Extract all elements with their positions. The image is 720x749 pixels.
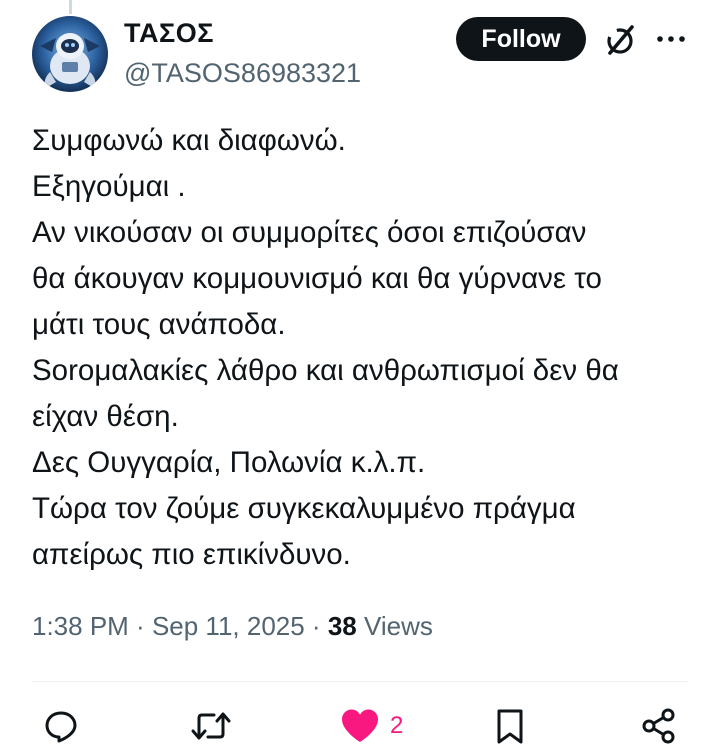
- retweet-icon: [191, 712, 231, 740]
- divider: [32, 681, 688, 682]
- like-count: 2: [390, 712, 404, 739]
- tweet-text: Συμφωνώ και διαφωνώ. Εξηγούμαι . Αν νικο…: [32, 118, 702, 578]
- thread-connector-line: [69, 0, 72, 14]
- tweet-text-line: Δες Ουγγαρία, Πολωνία κ.λ.π.: [32, 446, 426, 479]
- tweet-date[interactable]: Sep 11, 2025: [152, 611, 305, 641]
- tweet-text-line: απείρως πιο επικίνδυνο.: [32, 538, 351, 571]
- views-count[interactable]: 38: [328, 611, 357, 641]
- metadata-separator: ·: [304, 611, 328, 641]
- tweet-text-line: Συμφωνώ και διαφωνώ.: [32, 124, 346, 157]
- follow-button[interactable]: Follow: [456, 17, 586, 61]
- tweet-text-line: Τώρα τον ζούμε συγκεκαλυμμένο πράγμα: [32, 492, 576, 525]
- tweet-text-line: Εξηγούμαι .: [32, 170, 186, 203]
- more-icon[interactable]: [654, 22, 688, 56]
- tweet-metadata: 1:38 PM · Sep 11, 2025 · 38 Views: [32, 611, 433, 642]
- share-icon: [642, 708, 675, 744]
- share-button[interactable]: [640, 706, 678, 746]
- retweet-button[interactable]: [190, 706, 232, 746]
- tweet-text-line: Αν νικούσαν οι συμμορίτες όσοι επιζούσαν: [32, 216, 587, 249]
- avatar[interactable]: [32, 16, 108, 92]
- tweet-detail: ΤΑΣΟΣ @TASOS86983321 Follow Συμφωνώ και …: [0, 0, 720, 749]
- tweet-text-line: θα άκουγαν κομμουνισμό και θα γύρνανε το: [32, 262, 602, 295]
- like-button[interactable]: 2: [340, 706, 403, 746]
- metadata-separator: ·: [128, 611, 152, 641]
- tweet-time[interactable]: 1:38 PM: [32, 611, 129, 641]
- bookmark-icon: [497, 709, 523, 744]
- reply-button[interactable]: [42, 706, 80, 746]
- reply-icon: [45, 711, 77, 743]
- tweet-text-line: μάτι τους ανάποδα.: [32, 308, 286, 341]
- bookmark-button[interactable]: [494, 706, 526, 746]
- like-icon: [342, 709, 378, 742]
- display-name[interactable]: ΤΑΣΟΣ: [124, 18, 214, 49]
- avatar-image: [32, 16, 108, 92]
- user-handle[interactable]: @TASOS86983321: [124, 58, 361, 89]
- views-label[interactable]: Views: [357, 611, 433, 641]
- tweet-text-line: Soroμαλακίες λάθρο και ανθρωπισμοί δεν θ…: [32, 354, 619, 387]
- tweet-text-line: είχαν θέση.: [32, 400, 179, 433]
- grok-icon[interactable]: [602, 22, 638, 58]
